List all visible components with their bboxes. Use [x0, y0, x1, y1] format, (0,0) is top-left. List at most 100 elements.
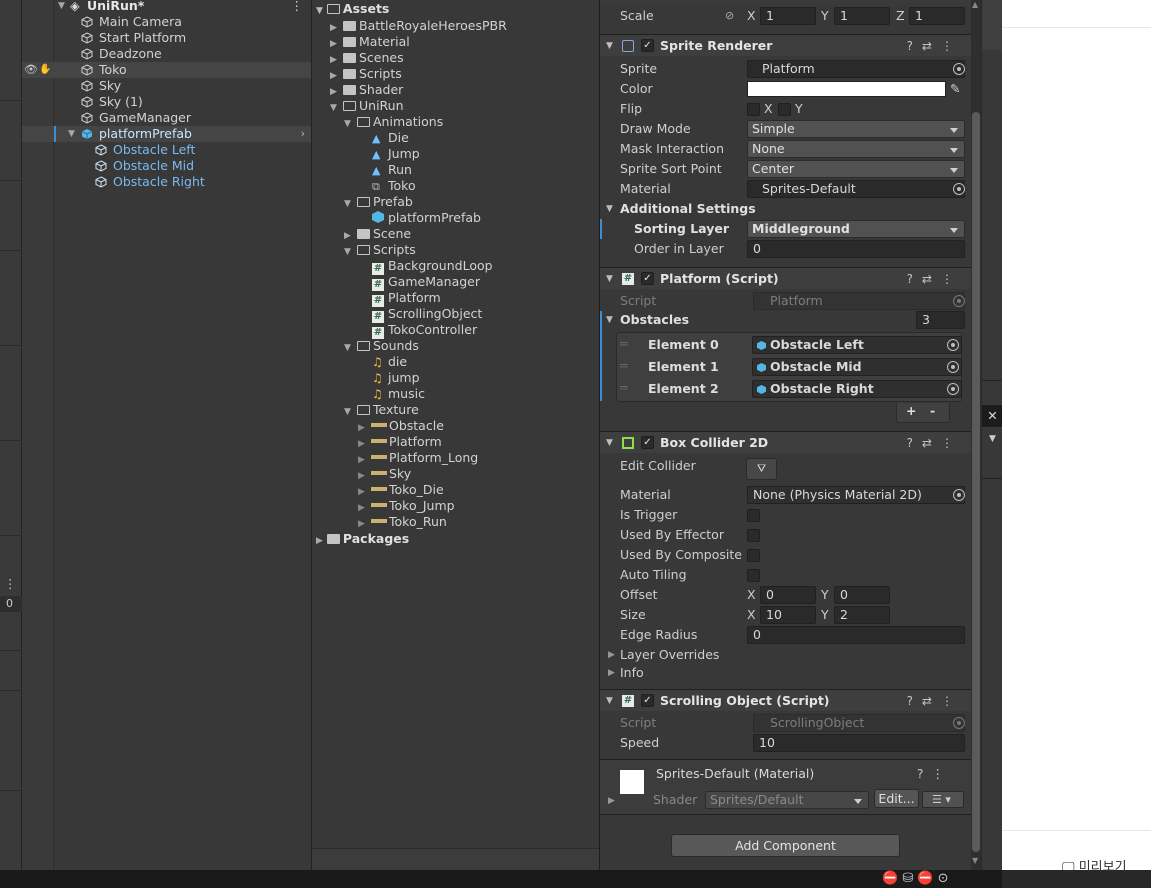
object-picker-icon[interactable]	[947, 383, 959, 395]
sprite-renderer-header[interactable]: ▼ ✓ Sprite Renderer ?⇄⋮	[600, 34, 972, 56]
sprite-renderer-enabled-checkbox[interactable]: ✓	[641, 39, 654, 52]
project-item[interactable]: ▶ Scene	[344, 226, 411, 242]
project-item[interactable]: ▶ Toko_Die	[358, 482, 444, 498]
project-item[interactable]: ▶ Obstacle	[358, 418, 444, 434]
scene-menu-icon[interactable]: ⋮	[291, 0, 304, 14]
scale-x-field[interactable]: 1	[760, 7, 816, 25]
project-item[interactable]: ▶ Material	[330, 34, 410, 50]
hierarchy-item[interactable]: Sky	[22, 78, 311, 94]
offset-y-field[interactable]: 0	[834, 586, 890, 604]
expand-arrow-icon[interactable]: ▶	[608, 645, 615, 665]
expand-arrow-icon[interactable]: ▶	[608, 796, 615, 806]
speed-field[interactable]: 10	[753, 734, 965, 752]
project-item[interactable]: ▶ Platform_Long	[358, 450, 478, 466]
hierarchy-item[interactable]: Start Platform	[22, 30, 311, 46]
project-item[interactable]: # ScrollingObject	[358, 306, 482, 323]
link-icon[interactable]: ⊘	[725, 6, 734, 26]
project-item[interactable]: ▲ Jump	[358, 146, 420, 162]
drag-handle-icon[interactable]: ═	[620, 377, 628, 399]
collapse-arrow-icon[interactable]: ▼	[68, 126, 75, 142]
material-object-field[interactable]: Sprites-Default	[747, 180, 965, 198]
project-packages-folder[interactable]: ▶ Packages	[316, 531, 409, 547]
scrollbar-thumb[interactable]	[972, 112, 980, 852]
used-by-composite-checkbox[interactable]	[747, 549, 760, 562]
physics-material-field[interactable]: None (Physics Material 2D)	[747, 486, 965, 504]
offset-x-field[interactable]: 0	[760, 586, 816, 604]
scale-z-field[interactable]: 1	[909, 7, 965, 25]
drag-handle-icon[interactable]: ═	[620, 333, 628, 355]
project-item[interactable]: ▼ Prefab	[344, 194, 413, 210]
hierarchy-item[interactable]: Obstacle Left	[22, 142, 311, 158]
component-header-icons[interactable]: ?⇄⋮	[907, 690, 962, 712]
preview-button[interactable]: 🖵 미리보기	[1062, 856, 1127, 875]
project-item[interactable]: ▶ Shader	[330, 82, 403, 98]
project-item[interactable]: ▼ Texture	[344, 402, 419, 418]
project-item[interactable]: ▼ Sounds	[344, 338, 419, 354]
collapse-arrow-icon[interactable]: ▼	[58, 0, 65, 14]
hierarchy-scene-row[interactable]: ▼ ◈ UniRun* ⋮	[22, 0, 311, 14]
object-picker-icon[interactable]	[953, 489, 965, 501]
expand-arrow-icon[interactable]: ▶	[316, 536, 323, 546]
project-item[interactable]: ▶ Platform	[358, 434, 442, 450]
additional-settings-foldout[interactable]: ▼ Additional Settings	[600, 199, 972, 219]
element-0-object-field[interactable]: Obstacle Left	[752, 336, 962, 354]
project-item[interactable]: platformPrefab	[358, 210, 481, 226]
project-item[interactable]: ▲ Run	[358, 162, 412, 178]
sort-point-dropdown[interactable]: Center	[747, 160, 965, 178]
status-icons[interactable]: ⛔ ⛁ ⛔ ⊙	[882, 871, 949, 886]
scrolling-enabled-checkbox[interactable]: ✓	[641, 694, 654, 707]
object-picker-icon[interactable]	[947, 339, 959, 351]
project-item[interactable]: ♫ music	[358, 386, 425, 402]
component-header-icons[interactable]: ?⇄⋮	[907, 35, 962, 57]
size-y-field[interactable]: 2	[834, 606, 890, 624]
project-item[interactable]: ▶ Sky	[358, 466, 411, 482]
pickable-hand-icon[interactable]: ✋	[39, 62, 51, 78]
element-1-object-field[interactable]: Obstacle Mid	[752, 358, 962, 376]
is-trigger-checkbox[interactable]	[747, 509, 760, 522]
box-collider-header[interactable]: ▼ ✓ Box Collider 2D ?⇄⋮	[600, 431, 972, 453]
project-item[interactable]: ♫ jump	[358, 370, 420, 386]
add-element-button[interactable]: +	[906, 403, 916, 418]
flip-x-checkbox[interactable]	[747, 103, 760, 116]
color-swatch[interactable]	[747, 81, 946, 97]
strip-menu-icon[interactable]: ⋮	[4, 576, 17, 591]
scrolling-object-header[interactable]: ▼ # ✓ Scrolling Object (Script) ?⇄⋮	[600, 689, 972, 711]
hierarchy-item[interactable]: Deadzone	[22, 46, 311, 62]
object-picker-icon[interactable]	[953, 63, 965, 75]
info-foldout[interactable]: ▶ Info	[600, 663, 972, 683]
shader-options-dropdown[interactable]: ☰ ▾	[922, 791, 964, 808]
inspector-scrollbar[interactable]: ▲ ▼	[971, 0, 981, 870]
hierarchy-item[interactable]: Obstacle Mid	[22, 158, 311, 174]
hierarchy-item[interactable]: GameManager	[22, 110, 311, 126]
flip-y-checkbox[interactable]	[778, 103, 791, 116]
hierarchy-item[interactable]: Sky (1)	[22, 94, 311, 110]
hierarchy-item[interactable]: Main Camera	[22, 14, 311, 30]
obstacles-size-field[interactable]: 3	[916, 311, 965, 329]
project-item[interactable]: # BackgroundLoop	[358, 258, 493, 275]
eyedropper-icon[interactable]: ✎	[950, 79, 960, 99]
platform-enabled-checkbox[interactable]: ✓	[641, 272, 654, 285]
project-item[interactable]: ▶ BattleRoyaleHeroesPBR	[330, 18, 507, 34]
collapse-arrow-icon[interactable]: ▼	[344, 116, 357, 132]
expand-arrow-icon[interactable]: ▶	[608, 663, 615, 683]
chevron-right-icon[interactable]: ›	[301, 126, 305, 142]
chevron-down-icon[interactable]: ▼	[982, 430, 1003, 448]
platform-script-header[interactable]: ▼ # ✓ Platform (Script) ?⇄⋮	[600, 267, 972, 289]
project-item[interactable]: ▶ Toko_Run	[358, 514, 447, 530]
drag-handle-icon[interactable]: ═	[620, 355, 628, 377]
sprite-object-field[interactable]: Platform	[747, 60, 965, 78]
project-item[interactable]: ▶ Scripts	[330, 66, 402, 82]
edge-radius-field[interactable]: 0	[747, 626, 965, 644]
hierarchy-item[interactable]: ▼ › platformPrefab	[22, 126, 311, 142]
box-collider-enabled-checkbox[interactable]: ✓	[641, 436, 654, 449]
layer-overrides-foldout[interactable]: ▶ Layer Overrides	[600, 645, 972, 665]
collapse-arrow-icon[interactable]: ▼	[344, 196, 357, 212]
collapse-arrow-icon[interactable]: ▼	[606, 199, 613, 219]
project-root-assets[interactable]: ▼ Assets	[316, 1, 389, 17]
hierarchy-item[interactable]: Toko 👁 ✋	[22, 62, 311, 78]
material-header-icons[interactable]: ?⋮	[917, 766, 952, 781]
add-component-button[interactable]: Add Component	[671, 834, 900, 857]
collapse-arrow-icon[interactable]: ▼	[344, 244, 357, 260]
shader-dropdown[interactable]: Sprites/Default	[705, 791, 869, 809]
visibility-eye-icon[interactable]: 👁	[24, 62, 38, 78]
